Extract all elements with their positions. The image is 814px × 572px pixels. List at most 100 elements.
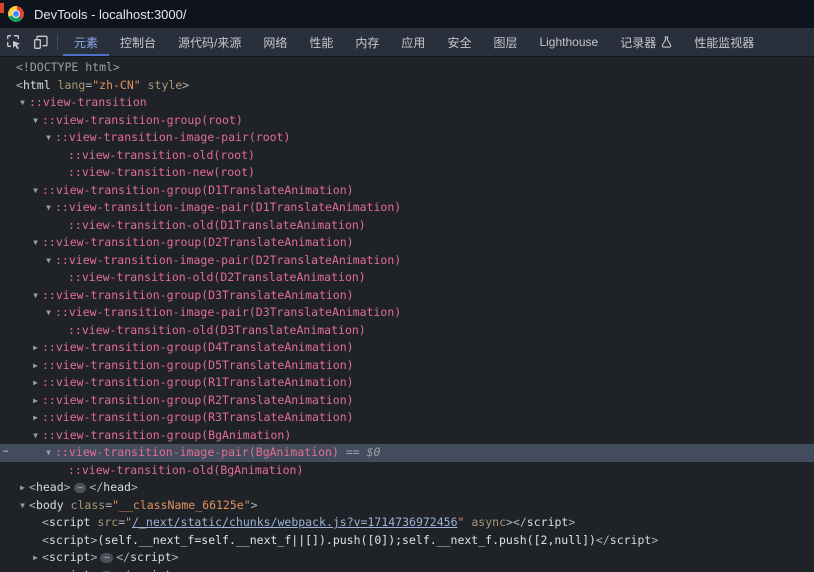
attribute-value: "__className_66125e" (112, 498, 250, 512)
tab-label: Lighthouse (539, 35, 598, 49)
twisty-collapsed-icon[interactable]: ▶ (29, 567, 42, 572)
experimental-beaker-icon (661, 36, 672, 48)
twisty-collapsed-icon[interactable]: ▶ (29, 357, 42, 375)
dom-tree-row[interactable]: ▶<head>⋯</head> (0, 479, 814, 497)
markup-punctuation: </ (116, 550, 130, 564)
dom-tree-row[interactable]: ▼<body class="__className_66125e"> (0, 497, 814, 515)
dom-tree-row[interactable]: ::view-transition-old(D1TranslateAnimati… (0, 217, 814, 235)
screen-edge-artifact (0, 3, 4, 13)
pseudo-element-name: ::view-transition-old(D3TranslateAnimati… (68, 323, 366, 337)
attribute-name: class (71, 498, 106, 512)
tag-name: script (130, 568, 172, 572)
dom-tree-row[interactable]: <html lang="zh-CN" style> (0, 77, 814, 95)
inline-expand-ellipsis-icon[interactable]: ⋯ (74, 483, 87, 493)
tab-recorder[interactable]: 记录器 (609, 28, 683, 56)
chrome-logo-icon (8, 6, 24, 22)
dom-tree-row[interactable]: ▼::view-transition-image-pair(D2Translat… (0, 252, 814, 270)
markup-punctuation: < (16, 78, 23, 92)
doctype-text: <!DOCTYPE html> (16, 60, 120, 74)
twisty-collapsed-icon[interactable]: ▶ (29, 409, 42, 427)
dom-tree-row[interactable]: ▶::view-transition-group(R2TranslateAnim… (0, 392, 814, 410)
attribute-name: lang (58, 78, 86, 92)
attribute-name: async (471, 515, 506, 529)
twisty-expanded-icon[interactable]: ▼ (42, 199, 55, 217)
dom-tree-row[interactable]: ▶::view-transition-group(R3TranslateAnim… (0, 409, 814, 427)
tag-name: script (610, 533, 652, 547)
twisty-collapsed-icon[interactable]: ▶ (29, 339, 42, 357)
dom-tree-row[interactable]: ▶::view-transition-group(R1TranslateAnim… (0, 374, 814, 392)
twisty-expanded-icon[interactable]: ▼ (29, 182, 42, 200)
tab-elements[interactable]: 元素 (63, 28, 109, 56)
dom-tree-row[interactable]: ▼::view-transition-group(D3TranslateAnim… (0, 287, 814, 305)
row-more-actions-icon[interactable]: ⋯ (3, 444, 9, 460)
tab-performance-monitor[interactable]: 性能监视器 (683, 28, 765, 56)
toggle-device-toolbar-button[interactable] (27, 28, 54, 56)
resource-link[interactable]: /_next/static/chunks/webpack.js?v=171473… (132, 515, 457, 529)
dom-tree-row[interactable]: <script src="/_next/static/chunks/webpac… (0, 514, 814, 532)
pseudo-element-name: ::view-transition-group(R3TranslateAnima… (42, 410, 354, 424)
dom-tree-row[interactable]: ▶<script>⋯</script> (0, 567, 814, 572)
twisty-expanded-icon[interactable]: ▼ (29, 427, 42, 445)
tab-layers[interactable]: 图层 (482, 28, 528, 56)
dom-tree-row[interactable]: ▶::view-transition-group(D4TranslateAnim… (0, 339, 814, 357)
pseudo-element-name: ::view-transition-image-pair(D1Translate… (55, 200, 401, 214)
tab-security[interactable]: 安全 (436, 28, 482, 56)
markup-punctuation (51, 78, 58, 92)
attribute-name: style (148, 78, 183, 92)
dom-tree-row[interactable]: ▼::view-transition (0, 94, 814, 112)
dom-tree-row[interactable]: ::view-transition-old(D2TranslateAnimati… (0, 269, 814, 287)
twisty-collapsed-icon[interactable]: ▶ (29, 549, 42, 567)
dom-tree-row[interactable]: ▶::view-transition-group(D5TranslateAnim… (0, 357, 814, 375)
markup-punctuation: < (29, 480, 36, 494)
dom-tree-row[interactable]: ▼::view-transition-group(D2TranslateAnim… (0, 234, 814, 252)
twisty-expanded-icon[interactable]: ▼ (42, 252, 55, 270)
dom-tree-row[interactable]: ▼::view-transition-image-pair(root) (0, 129, 814, 147)
pseudo-element-name: ::view-transition-old(BgAnimation) (68, 463, 303, 477)
tab-network[interactable]: 网络 (252, 28, 298, 56)
dom-tree-row[interactable]: <!DOCTYPE html> (0, 59, 814, 77)
tab-performance[interactable]: 性能 (298, 28, 344, 56)
twisty-expanded-icon[interactable]: ▼ (42, 444, 55, 462)
twisty-expanded-icon[interactable]: ▼ (16, 497, 29, 515)
twisty-collapsed-icon[interactable]: ▶ (29, 392, 42, 410)
pseudo-element-name: ::view-transition-image-pair(D2Translate… (55, 253, 401, 267)
twisty-expanded-icon[interactable]: ▼ (29, 234, 42, 252)
tab-application[interactable]: 应用 (390, 28, 436, 56)
dom-tree-row[interactable]: ::view-transition-old(D3TranslateAnimati… (0, 322, 814, 340)
markup-punctuation: < (42, 568, 49, 572)
pseudo-element-name: ::view-transition-group(root) (42, 113, 243, 127)
dom-tree-row[interactable]: ▼::view-transition-group(BgAnimation) (0, 427, 814, 445)
dom-tree-row[interactable]: ▶<script>⋯</script> (0, 549, 814, 567)
dom-tree-row[interactable]: ▼::view-transition-image-pair(D3Translat… (0, 304, 814, 322)
tab-sources[interactable]: 源代码/来源 (167, 28, 252, 56)
selected-hint: == (339, 445, 367, 459)
dom-tree-row-selected[interactable]: ⋯▼::view-transition-image-pair(BgAnimati… (0, 444, 814, 462)
elements-dom-tree: <!DOCTYPE html> <html lang="zh-CN" style>… (0, 57, 814, 572)
pseudo-element-name: ::view-transition (29, 95, 147, 109)
twisty-expanded-icon[interactable]: ▼ (42, 304, 55, 322)
markup-punctuation (141, 78, 148, 92)
devtools-window: DevTools - localhost:3000/ (0, 0, 814, 572)
dom-tree-row[interactable]: ::view-transition-old(root) (0, 147, 814, 165)
markup-punctuation: </ (116, 568, 130, 572)
dom-tree-row[interactable]: ▼::view-transition-group(D1TranslateAnim… (0, 182, 814, 200)
inline-expand-ellipsis-icon[interactable]: ⋯ (100, 553, 113, 563)
markup-punctuation: < (42, 550, 49, 564)
twisty-collapsed-icon[interactable]: ▶ (16, 479, 29, 497)
twisty-expanded-icon[interactable]: ▼ (29, 287, 42, 305)
dom-tree-row[interactable]: ▼::view-transition-group(root) (0, 112, 814, 130)
tab-console[interactable]: 控制台 (109, 28, 167, 56)
tag-name: head (36, 480, 64, 494)
dom-tree-row[interactable]: ▼::view-transition-image-pair(D1Translat… (0, 199, 814, 217)
twisty-expanded-icon[interactable]: ▼ (29, 112, 42, 130)
inspect-element-button[interactable] (0, 28, 27, 56)
dom-tree-row[interactable]: ::view-transition-old(BgAnimation) (0, 462, 814, 480)
twisty-expanded-icon[interactable]: ▼ (42, 129, 55, 147)
dom-tree-row[interactable]: ::view-transition-new(root) (0, 164, 814, 182)
tab-memory[interactable]: 内存 (344, 28, 390, 56)
tab-lighthouse[interactable]: Lighthouse (528, 28, 609, 56)
selected-hint-var: $0 (367, 445, 381, 459)
twisty-collapsed-icon[interactable]: ▶ (29, 374, 42, 392)
dom-tree-row[interactable]: <script>(self.__next_f=self.__next_f||[]… (0, 532, 814, 550)
twisty-expanded-icon[interactable]: ▼ (16, 94, 29, 112)
